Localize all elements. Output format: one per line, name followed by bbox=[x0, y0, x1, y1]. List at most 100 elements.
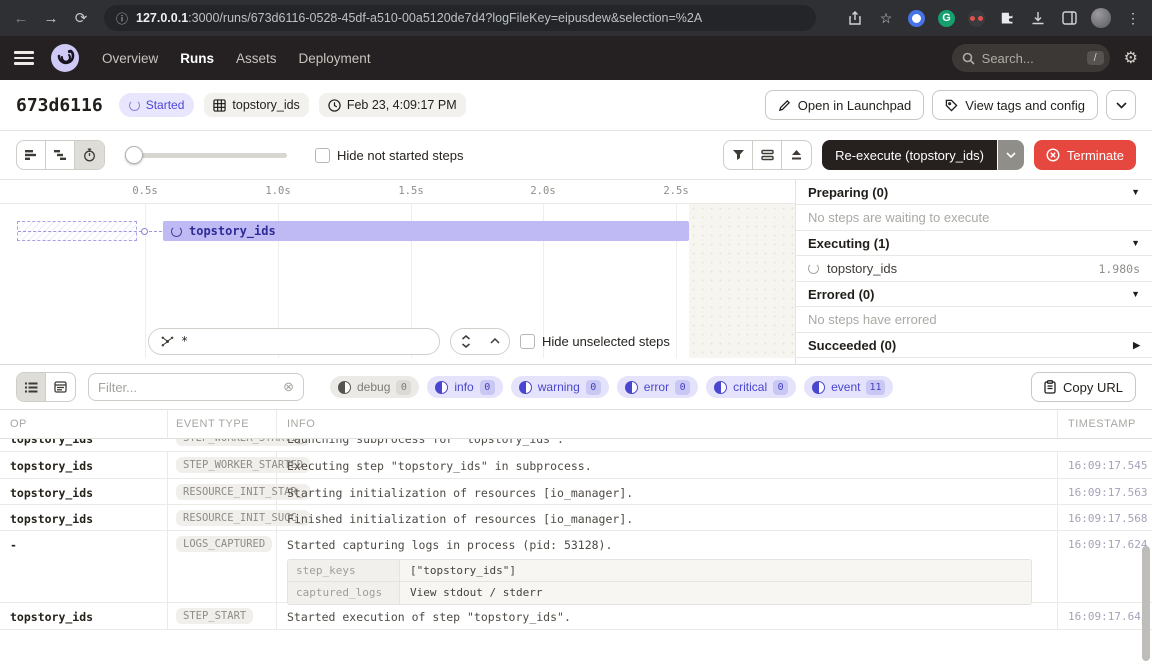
toggle-warning[interactable]: warning 0 bbox=[511, 376, 609, 398]
spinner-icon bbox=[171, 226, 182, 237]
terminate-button[interactable]: Terminate bbox=[1034, 140, 1136, 170]
step-filter-row: * Hide unselected steps bbox=[148, 327, 670, 355]
toggle-event[interactable]: event 11 bbox=[804, 376, 892, 398]
log-timestamp[interactable]: 16:09:17.568 bbox=[1058, 505, 1152, 530]
job-tag-chip[interactable]: topstory_ids bbox=[204, 93, 308, 117]
reexecute-caret-button[interactable] bbox=[998, 140, 1024, 170]
view-tags-config-button[interactable]: View tags and config bbox=[932, 90, 1098, 120]
count-badge: 0 bbox=[675, 380, 690, 395]
bookmark-star-icon[interactable]: ☆ bbox=[877, 9, 895, 27]
back-icon[interactable]: ← bbox=[10, 10, 32, 27]
site-info-icon[interactable]: ⓘ bbox=[116, 10, 128, 27]
executing-step-row[interactable]: topstory_ids 1.980s bbox=[796, 256, 1152, 282]
log-level-toggles: debug 0 info 0 warning 0 error 0 critica… bbox=[330, 376, 893, 398]
header-info: INFO bbox=[277, 410, 1058, 438]
log-row[interactable]: topstory_ids RESOURCE_INIT_STAR_ Startin… bbox=[0, 479, 1152, 505]
extensions-puzzle-icon[interactable] bbox=[998, 9, 1016, 27]
run-header: 673d6116 Started topstory_ids Feb 23, 4:… bbox=[0, 80, 1152, 131]
logs-table: OP EVENT TYPE INFO TIMESTAMP topstory_id… bbox=[0, 409, 1152, 669]
run-status-badge: Started bbox=[119, 93, 195, 117]
toggle-info[interactable]: info 0 bbox=[427, 376, 502, 398]
gantt-flat-layout-button[interactable] bbox=[17, 141, 46, 169]
log-filter-field[interactable] bbox=[98, 380, 275, 395]
row-density-icon[interactable] bbox=[753, 141, 782, 169]
download-icon[interactable] bbox=[1029, 9, 1047, 27]
dagster-logo[interactable] bbox=[50, 43, 80, 73]
toggle-debug[interactable]: debug 0 bbox=[330, 376, 419, 398]
chevron-down-icon bbox=[1116, 102, 1127, 109]
log-row[interactable]: topstory_ids STEP_WORKER_STARTED Executi… bbox=[0, 452, 1152, 479]
caret-up-icon[interactable] bbox=[480, 329, 509, 354]
panel-section-preparing[interactable]: Preparing (0)▼ bbox=[796, 180, 1152, 205]
reload-icon[interactable]: ⟳ bbox=[70, 9, 92, 27]
toggle-icon bbox=[714, 381, 727, 394]
extension-colorpicker-icon[interactable] bbox=[968, 10, 985, 27]
url-text: 127.0.0.1:3000/runs/673d6116-0528-45df-a… bbox=[136, 11, 702, 25]
log-filter-input[interactable]: ⊗ bbox=[88, 373, 304, 401]
toggle-error[interactable]: error 0 bbox=[617, 376, 698, 398]
gantt-timed-layout-button[interactable] bbox=[75, 141, 104, 169]
sidebar-icon[interactable] bbox=[1060, 9, 1078, 27]
captured-logs-link[interactable]: View stdout / stderr bbox=[400, 582, 1031, 604]
count-badge: 0 bbox=[773, 380, 788, 395]
structured-view-icon[interactable] bbox=[46, 373, 75, 401]
toggle-icon bbox=[338, 381, 351, 394]
reexecute-button[interactable]: Re-execute (topstory_ids) bbox=[822, 140, 997, 170]
panel-empty-text: No steps have errored bbox=[796, 307, 1152, 333]
nav-item-assets[interactable]: Assets bbox=[236, 51, 277, 66]
log-row-logs-captured[interactable]: - LOGS_CAPTURED Started capturing logs i… bbox=[0, 531, 1152, 603]
stream-view-icon[interactable] bbox=[17, 373, 46, 401]
vertical-scrollbar[interactable] bbox=[1142, 546, 1150, 661]
filter-funnel-icon[interactable] bbox=[724, 141, 753, 169]
slider-knob[interactable] bbox=[125, 146, 143, 164]
url-bar[interactable]: ⓘ 127.0.0.1:3000/runs/673d6116-0528-45df… bbox=[104, 5, 816, 31]
gantt-step-bar[interactable]: topstory_ids bbox=[163, 221, 689, 241]
log-timestamp[interactable]: 16:09:17.624 bbox=[1058, 531, 1152, 602]
clear-filter-icon[interactable]: ⊗ bbox=[283, 379, 294, 395]
copy-url-button[interactable]: Copy URL bbox=[1031, 372, 1136, 402]
log-timestamp[interactable]: 16:09:17.563 bbox=[1058, 479, 1152, 504]
panel-section-executing[interactable]: Executing (1)▼ bbox=[796, 231, 1152, 256]
log-timestamp[interactable]: 16:09:17.545 bbox=[1058, 452, 1152, 478]
event-type-pill: LOGS_CAPTURED bbox=[176, 536, 272, 552]
slider-track[interactable] bbox=[125, 153, 287, 158]
count-badge: 0 bbox=[396, 380, 411, 395]
toggle-critical[interactable]: critical 0 bbox=[706, 376, 796, 398]
gantt-waterfall-layout-button[interactable] bbox=[46, 141, 75, 169]
nav-item-overview[interactable]: Overview bbox=[102, 51, 158, 66]
hide-unselected-checkbox[interactable] bbox=[520, 334, 535, 349]
global-search-input[interactable]: Search... / bbox=[952, 44, 1110, 72]
panel-section-errored[interactable]: Errored (0)▼ bbox=[796, 282, 1152, 307]
gantt-layout-segmented-control bbox=[16, 140, 105, 170]
unfold-icon[interactable] bbox=[451, 329, 480, 354]
extension-clock-icon[interactable] bbox=[908, 10, 925, 27]
step-selection-input[interactable]: * bbox=[148, 328, 440, 355]
panel-section-succeeded[interactable]: Succeeded (0)▶ bbox=[796, 333, 1152, 358]
run-datetime-chip[interactable]: Feb 23, 4:09:17 PM bbox=[319, 93, 466, 117]
browser-menu-icon[interactable]: ⋮ bbox=[1124, 9, 1142, 27]
header-op: OP bbox=[0, 410, 168, 438]
profile-avatar[interactable] bbox=[1091, 8, 1111, 28]
log-timestamp[interactable]: 16:09:17.645 bbox=[1058, 603, 1152, 629]
gantt-options-segmented-control bbox=[723, 140, 812, 170]
fit-to-window-icon[interactable] bbox=[782, 141, 811, 169]
nav-item-runs[interactable]: Runs bbox=[180, 51, 214, 66]
open-in-launchpad-button[interactable]: Open in Launchpad bbox=[765, 90, 924, 120]
settings-gear-icon[interactable]: ⚙ bbox=[1124, 48, 1138, 68]
log-row[interactable]: topstory_ids RESOURCE_INIT_SUCC_ Finishe… bbox=[0, 505, 1152, 531]
forward-icon[interactable]: → bbox=[40, 10, 62, 27]
gantt-zoom-slider[interactable] bbox=[125, 146, 287, 164]
count-badge: 0 bbox=[480, 380, 495, 395]
log-view-segmented-control bbox=[16, 372, 76, 402]
log-row[interactable]: topstory_ids STEP_START Started executio… bbox=[0, 603, 1152, 630]
gantt-start-dot bbox=[141, 228, 148, 235]
share-icon[interactable] bbox=[846, 9, 864, 27]
spinner-icon bbox=[808, 263, 819, 274]
nav-item-deployment[interactable]: Deployment bbox=[299, 51, 371, 66]
extension-grammarly-icon[interactable]: G bbox=[938, 10, 955, 27]
hamburger-menu-icon[interactable] bbox=[14, 51, 34, 65]
hide-not-started-checkbox[interactable] bbox=[315, 148, 330, 163]
metadata-table: step_keys ["topstory_ids"] captured_logs… bbox=[287, 559, 1032, 605]
run-actions-caret-button[interactable] bbox=[1106, 90, 1136, 120]
log-row[interactable]: topstory_ids STEP_WORKER_STARTI_ Launchi… bbox=[0, 439, 1152, 452]
